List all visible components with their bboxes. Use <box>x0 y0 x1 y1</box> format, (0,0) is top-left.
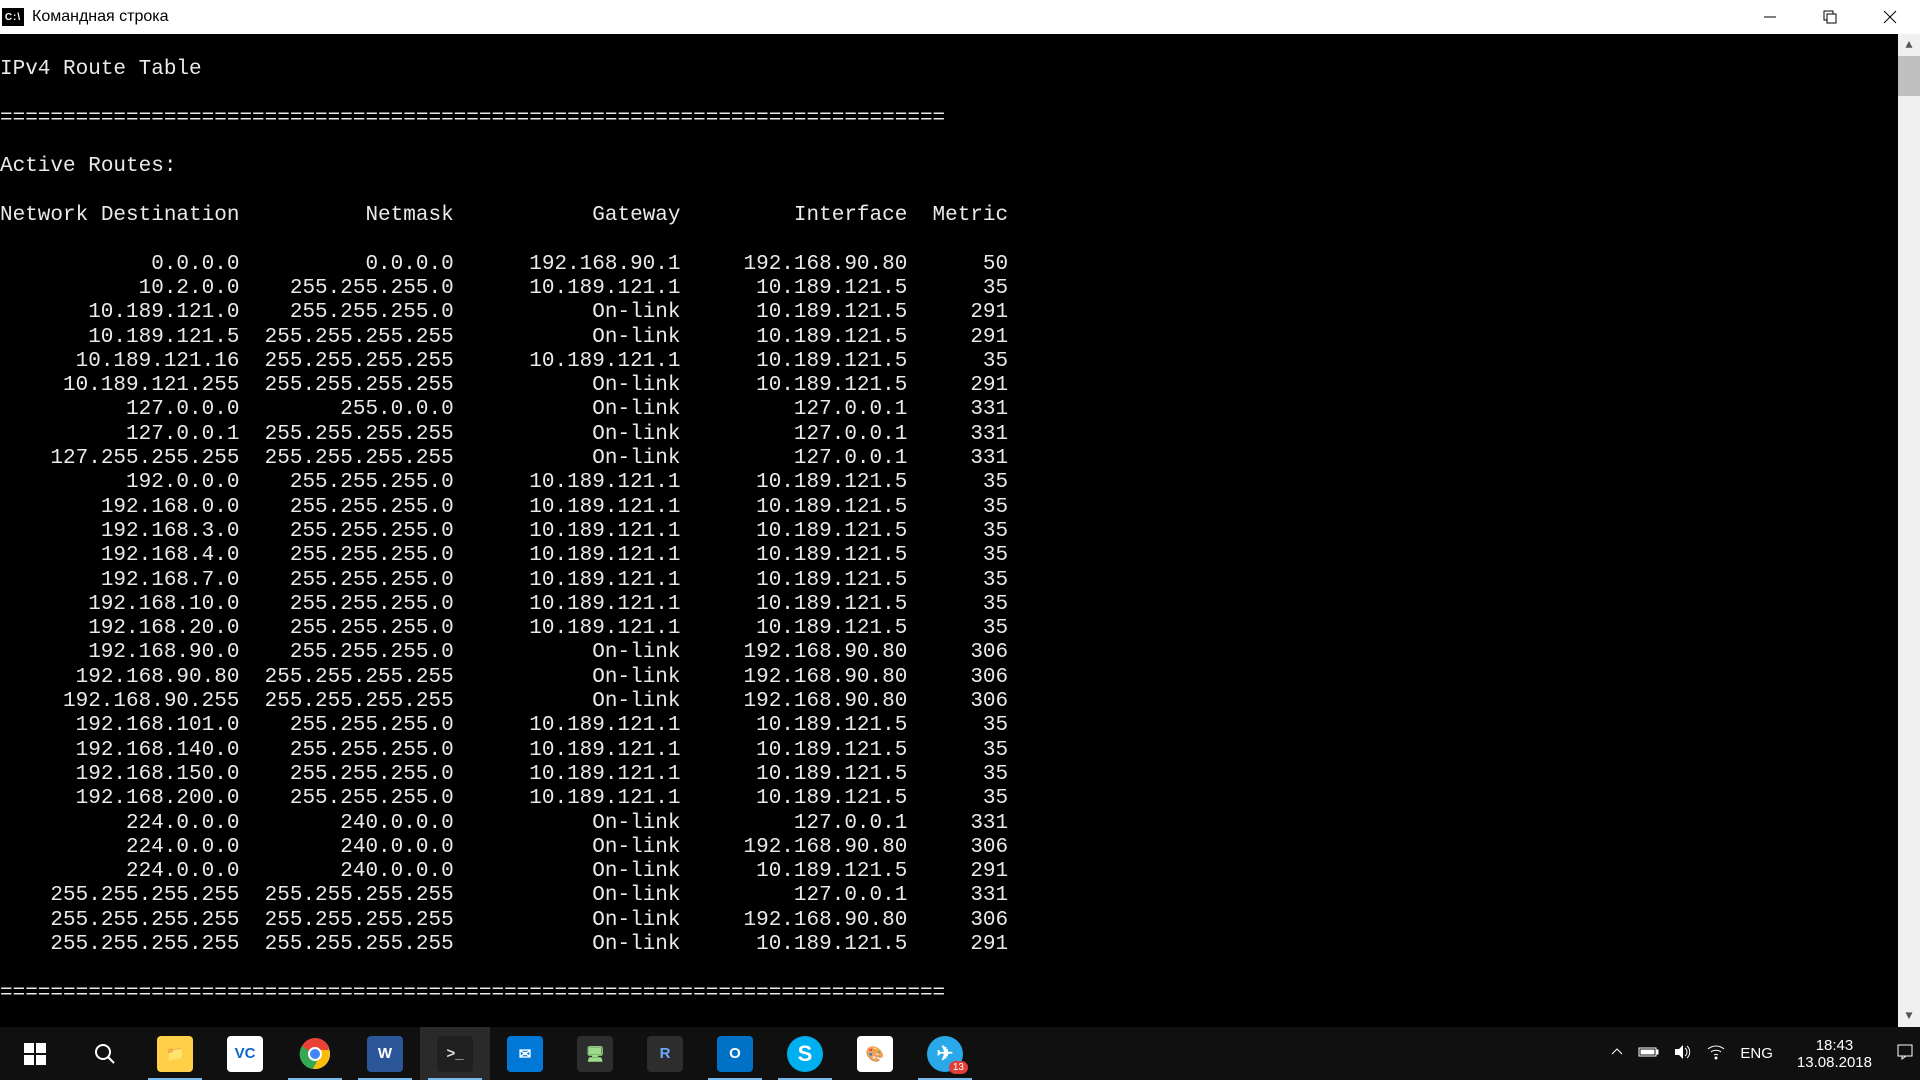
taskbar-cmd-button[interactable]: >_ <box>420 1027 490 1080</box>
taskbar-paint-button[interactable]: 🎨 <box>840 1027 910 1080</box>
cmd-app-icon: C:\ <box>2 8 24 26</box>
route-row: 224.0.0.0240.0.0.0On-link192.168.90.8030… <box>0 836 1920 860</box>
tray-overflow-icon[interactable] <box>1610 1045 1624 1063</box>
route-row: 192.168.3.0255.255.255.010.189.121.110.1… <box>0 520 1920 544</box>
action-center-icon[interactable] <box>1896 1043 1914 1065</box>
terminal-output[interactable]: IPv4 Route Table =======================… <box>0 34 1920 1027</box>
taskbar-vnc-button[interactable]: VC <box>210 1027 280 1080</box>
ipv4-header: IPv4 Route Table <box>0 58 1920 82</box>
taskbar-telegram-button[interactable]: ✈13 <box>910 1027 980 1080</box>
taskbar-search-button[interactable] <box>70 1027 140 1080</box>
route-row: 255.255.255.255255.255.255.255On-link127… <box>0 884 1920 908</box>
window-title: Командная строка <box>32 8 169 26</box>
taskbar-device-button[interactable]: 🖥 <box>560 1027 630 1080</box>
minimize-button[interactable] <box>1740 0 1800 34</box>
route-row: 192.168.4.0255.255.255.010.189.121.110.1… <box>0 544 1920 568</box>
taskbar-word-button[interactable]: W <box>350 1027 420 1080</box>
clock[interactable]: 18:43 13.08.2018 <box>1787 1037 1882 1071</box>
taskbar-mail-button[interactable]: ✉ <box>490 1027 560 1080</box>
clock-date: 13.08.2018 <box>1797 1054 1872 1071</box>
separator: ========================================… <box>0 107 1920 131</box>
battery-icon[interactable] <box>1638 1045 1660 1063</box>
route-row: 224.0.0.0240.0.0.0On-link127.0.0.1331 <box>0 812 1920 836</box>
route-row: 10.2.0.0255.255.255.010.189.121.110.189.… <box>0 277 1920 301</box>
route-row: 192.168.90.80255.255.255.255On-link192.1… <box>0 666 1920 690</box>
route-row: 255.255.255.255255.255.255.255On-link192… <box>0 909 1920 933</box>
route-row: 192.168.150.0255.255.255.010.189.121.110… <box>0 763 1920 787</box>
route-row: 192.168.0.0255.255.255.010.189.121.110.1… <box>0 496 1920 520</box>
separator: ========================================… <box>0 982 1920 1006</box>
maximize-button[interactable] <box>1800 0 1860 34</box>
taskbar: 📁VC W>_✉🖥ROS🎨✈13 ENG 18:43 13.08.2018 <box>0 1027 1920 1080</box>
route-row: 192.168.101.0255.255.255.010.189.121.110… <box>0 714 1920 738</box>
window-titlebar: C:\ Командная строка <box>0 0 1920 34</box>
vertical-scrollbar[interactable]: ▲ ▼ <box>1898 34 1920 1027</box>
close-button[interactable] <box>1860 0 1920 34</box>
scrollbar-thumb[interactable] <box>1898 56 1920 96</box>
telegram-badge: 13 <box>949 1061 968 1074</box>
route-row: 10.189.121.16255.255.255.25510.189.121.1… <box>0 350 1920 374</box>
route-row: 192.168.90.255255.255.255.255On-link192.… <box>0 690 1920 714</box>
taskbar-explorer-button[interactable]: 📁 <box>140 1027 210 1080</box>
route-row: 127.0.0.1255.255.255.255On-link127.0.0.1… <box>0 423 1920 447</box>
route-row: 192.168.140.0255.255.255.010.189.121.110… <box>0 739 1920 763</box>
route-row: 255.255.255.255255.255.255.255On-link10.… <box>0 933 1920 957</box>
active-routes-label: Active Routes: <box>0 155 1920 179</box>
route-row: 224.0.0.0240.0.0.0On-link10.189.121.5291 <box>0 860 1920 884</box>
route-row: 10.189.121.5255.255.255.255On-link10.189… <box>0 326 1920 350</box>
system-tray: ENG 18:43 13.08.2018 <box>1596 1027 1920 1080</box>
route-row: 192.168.90.0255.255.255.0On-link192.168.… <box>0 641 1920 665</box>
route-row: 10.189.121.255255.255.255.255On-link10.1… <box>0 374 1920 398</box>
clock-time: 18:43 <box>1797 1037 1872 1054</box>
route-row: 192.168.20.0255.255.255.010.189.121.110.… <box>0 617 1920 641</box>
route-row: 192.168.7.0255.255.255.010.189.121.110.1… <box>0 569 1920 593</box>
taskbar-chrome-button[interactable] <box>280 1027 350 1080</box>
wifi-icon[interactable] <box>1706 1044 1726 1064</box>
volume-icon[interactable] <box>1674 1044 1692 1064</box>
scroll-up-arrow-icon[interactable]: ▲ <box>1898 34 1920 56</box>
route-row: 10.189.121.0255.255.255.0On-link10.189.1… <box>0 301 1920 325</box>
language-indicator[interactable]: ENG <box>1740 1045 1773 1062</box>
route-row: 127.255.255.255255.255.255.255On-link127… <box>0 447 1920 471</box>
route-row: 0.0.0.00.0.0.0192.168.90.1192.168.90.805… <box>0 253 1920 277</box>
taskbar-start-button[interactable] <box>0 1027 70 1080</box>
route-row: 127.0.0.0255.0.0.0On-link127.0.0.1331 <box>0 398 1920 422</box>
taskbar-skype-button[interactable]: S <box>770 1027 840 1080</box>
route-row: 192.0.0.0255.255.255.010.189.121.110.189… <box>0 471 1920 495</box>
taskbar-outlook-button[interactable]: O <box>700 1027 770 1080</box>
route-columns: Network DestinationNetmaskGatewayInterfa… <box>0 204 1920 228</box>
route-row: 192.168.10.0255.255.255.010.189.121.110.… <box>0 593 1920 617</box>
taskbar-revit-button[interactable]: R <box>630 1027 700 1080</box>
scroll-down-arrow-icon[interactable]: ▼ <box>1898 1005 1920 1027</box>
route-row: 192.168.200.0255.255.255.010.189.121.110… <box>0 787 1920 811</box>
